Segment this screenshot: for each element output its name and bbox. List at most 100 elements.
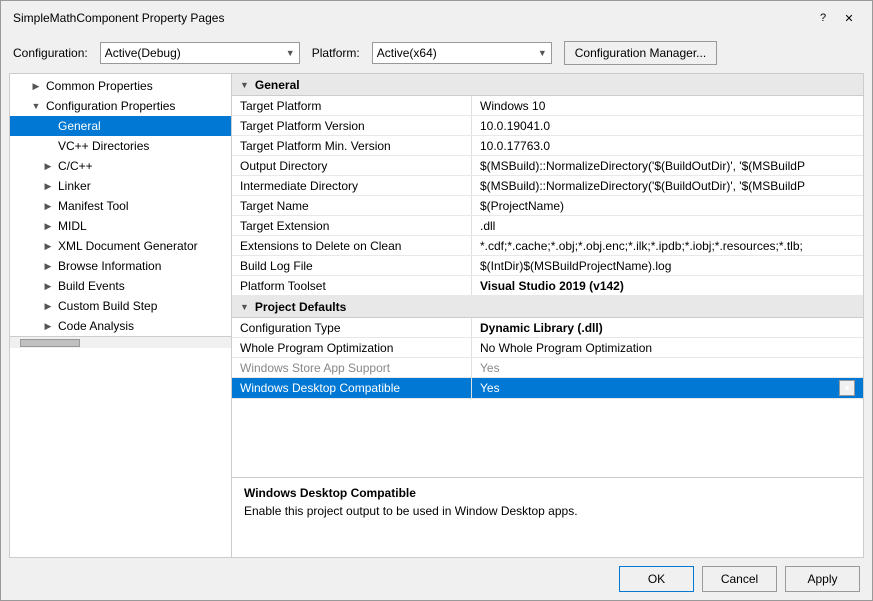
ok-button[interactable]: OK bbox=[619, 566, 694, 592]
prop-dropdown-btn[interactable]: ▼ bbox=[839, 380, 855, 396]
prop-value: Yes bbox=[472, 358, 863, 377]
table-row: Output Directory $(MSBuild)::NormalizeDi… bbox=[232, 156, 863, 176]
table-row: Whole Program Optimization No Whole Prog… bbox=[232, 338, 863, 358]
config-combo[interactable]: Active(Debug) ▼ bbox=[100, 42, 300, 64]
tree-label-code-analysis: Code Analysis bbox=[58, 319, 134, 333]
expand-icon-custom-build: ▶ bbox=[42, 300, 54, 312]
prop-value: No Whole Program Optimization bbox=[472, 338, 863, 357]
property-pages-dialog: SimpleMathComponent Property Pages ? ✕ C… bbox=[0, 0, 873, 601]
tree-item-manifest-tool[interactable]: ▶ Manifest Tool bbox=[10, 196, 231, 216]
table-row: Intermediate Directory $(MSBuild)::Norma… bbox=[232, 176, 863, 196]
tree-item-general[interactable]: General bbox=[10, 116, 231, 136]
tree-label-linker: Linker bbox=[58, 179, 91, 193]
config-manager-button[interactable]: Configuration Manager... bbox=[564, 41, 717, 65]
general-section-header: ▼ General bbox=[232, 74, 863, 96]
table-row: Target Platform Min. Version 10.0.17763.… bbox=[232, 136, 863, 156]
tree-label-browse-info: Browse Information bbox=[58, 259, 161, 273]
table-row-selected[interactable]: Windows Desktop Compatible Yes ▼ bbox=[232, 378, 863, 399]
prop-name: Target Name bbox=[232, 196, 472, 215]
table-row: Target Extension .dll bbox=[232, 216, 863, 236]
close-button[interactable]: ✕ bbox=[838, 9, 860, 27]
collapse-general-icon[interactable]: ▼ bbox=[240, 80, 249, 90]
prop-name: Whole Program Optimization bbox=[232, 338, 472, 357]
table-row: Windows Store App Support Yes bbox=[232, 358, 863, 378]
platform-value: Active(x64) bbox=[377, 46, 437, 60]
platform-label: Platform: bbox=[312, 46, 360, 60]
tree-scroll-area: ▶ Common Properties ▼ Configuration Prop… bbox=[10, 76, 231, 336]
collapse-project-icon[interactable]: ▼ bbox=[240, 302, 249, 312]
tree-label-config-properties: Configuration Properties bbox=[46, 99, 175, 113]
config-value: Active(Debug) bbox=[105, 46, 181, 60]
tree-item-midl[interactable]: ▶ MIDL bbox=[10, 216, 231, 236]
tree-label-midl: MIDL bbox=[58, 219, 87, 233]
prop-value: 10.0.17763.0 bbox=[472, 136, 863, 155]
prop-name: Extensions to Delete on Clean bbox=[232, 236, 472, 255]
tree-label-xml-doc: XML Document Generator bbox=[58, 239, 198, 253]
prop-name: Target Platform bbox=[232, 96, 472, 115]
prop-name: Build Log File bbox=[232, 256, 472, 275]
tree-item-config-properties[interactable]: ▼ Configuration Properties bbox=[10, 96, 231, 116]
tree-item-common-properties[interactable]: ▶ Common Properties bbox=[10, 76, 231, 96]
tree-label-general: General bbox=[58, 119, 101, 133]
prop-name: Configuration Type bbox=[232, 318, 472, 337]
prop-value: $(ProjectName) bbox=[472, 196, 863, 215]
tree-item-code-analysis[interactable]: ▶ Code Analysis bbox=[10, 316, 231, 336]
help-button[interactable]: ? bbox=[812, 9, 834, 27]
tree-item-browse-info[interactable]: ▶ Browse Information bbox=[10, 256, 231, 276]
prop-name: Intermediate Directory bbox=[232, 176, 472, 195]
table-row: Target Platform Version 10.0.19041.0 bbox=[232, 116, 863, 136]
prop-value: $(MSBuild)::NormalizeDirectory('$(BuildO… bbox=[472, 176, 863, 195]
expand-icon-linker: ▶ bbox=[42, 180, 54, 192]
prop-name: Platform Toolset bbox=[232, 276, 472, 295]
table-row: Configuration Type Dynamic Library (.dll… bbox=[232, 318, 863, 338]
platform-combo-arrow: ▼ bbox=[538, 48, 547, 58]
expand-icon-general bbox=[42, 120, 54, 132]
tree-scrollbar[interactable] bbox=[10, 336, 231, 348]
title-bar: SimpleMathComponent Property Pages ? ✕ bbox=[1, 1, 872, 33]
desc-text: Enable this project output to be used in… bbox=[244, 504, 851, 518]
prop-name: Target Extension bbox=[232, 216, 472, 235]
expand-icon-build-events: ▶ bbox=[42, 280, 54, 292]
expand-icon-vc bbox=[42, 140, 54, 152]
desc-title: Windows Desktop Compatible bbox=[244, 486, 851, 500]
prop-name: Output Directory bbox=[232, 156, 472, 175]
tree-item-cpp[interactable]: ▶ C/C++ bbox=[10, 156, 231, 176]
tree-label-manifest-tool: Manifest Tool bbox=[58, 199, 128, 213]
tree-panel: ▶ Common Properties ▼ Configuration Prop… bbox=[10, 74, 232, 557]
tree-item-linker[interactable]: ▶ Linker bbox=[10, 176, 231, 196]
prop-value: $(IntDir)$(MSBuildProjectName).log bbox=[472, 256, 863, 275]
tree-label-vc-directories: VC++ Directories bbox=[58, 139, 149, 153]
tree-label-build-events: Build Events bbox=[58, 279, 125, 293]
platform-combo[interactable]: Active(x64) ▼ bbox=[372, 42, 552, 64]
table-row: Target Platform Windows 10 bbox=[232, 96, 863, 116]
prop-name: Target Platform Min. Version bbox=[232, 136, 472, 155]
tree-label-cpp: C/C++ bbox=[58, 159, 93, 173]
project-defaults-section-label: Project Defaults bbox=[255, 300, 346, 314]
table-row: Build Log File $(IntDir)$(MSBuildProject… bbox=[232, 256, 863, 276]
prop-name: Windows Store App Support bbox=[232, 358, 472, 377]
prop-value-text: Yes bbox=[480, 381, 500, 395]
prop-value: Yes ▼ bbox=[472, 378, 863, 398]
prop-value: $(MSBuild)::NormalizeDirectory('$(BuildO… bbox=[472, 156, 863, 175]
table-row: Target Name $(ProjectName) bbox=[232, 196, 863, 216]
tree-scrollbar-thumb[interactable] bbox=[20, 339, 80, 347]
expand-icon-config: ▼ bbox=[30, 100, 42, 112]
tree-item-xml-doc[interactable]: ▶ XML Document Generator bbox=[10, 236, 231, 256]
expand-icon-manifest: ▶ bbox=[42, 200, 54, 212]
config-row: Configuration: Active(Debug) ▼ Platform:… bbox=[1, 33, 872, 73]
general-section-label: General bbox=[255, 78, 300, 92]
table-row: Platform Toolset Visual Studio 2019 (v14… bbox=[232, 276, 863, 296]
tree-item-custom-build-step[interactable]: ▶ Custom Build Step bbox=[10, 296, 231, 316]
expand-icon-code-analysis: ▶ bbox=[42, 320, 54, 332]
expand-icon-xmldoc: ▶ bbox=[42, 240, 54, 252]
config-combo-arrow: ▼ bbox=[286, 48, 295, 58]
tree-label-common-properties: Common Properties bbox=[46, 79, 153, 93]
cancel-button[interactable]: Cancel bbox=[702, 566, 777, 592]
apply-button[interactable]: Apply bbox=[785, 566, 860, 592]
tree-item-vc-directories[interactable]: VC++ Directories bbox=[10, 136, 231, 156]
tree-item-build-events[interactable]: ▶ Build Events bbox=[10, 276, 231, 296]
bottom-bar: OK Cancel Apply bbox=[1, 558, 872, 600]
title-bar-left: SimpleMathComponent Property Pages bbox=[13, 11, 224, 25]
prop-value: 10.0.19041.0 bbox=[472, 116, 863, 135]
expand-icon-common: ▶ bbox=[30, 80, 42, 92]
